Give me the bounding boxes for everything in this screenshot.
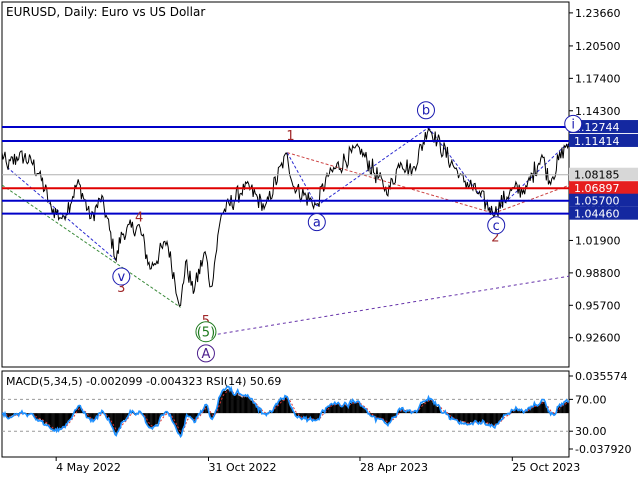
y-tick-label: 0.92600 xyxy=(575,332,621,345)
wave-label: i xyxy=(571,117,575,132)
y-tick-label: 0.98800 xyxy=(575,267,621,280)
y-tick-label: 1.20500 xyxy=(575,40,621,53)
x-tick-label: 25 Oct 2023 xyxy=(512,461,580,474)
indicator-tick-label: 30.00 xyxy=(575,425,607,438)
wave-label: c xyxy=(493,219,500,234)
y-tick-label: 1.14300 xyxy=(575,105,621,118)
wave-label: A xyxy=(201,347,210,362)
indicator-tick-label: 0.035574 xyxy=(575,370,628,383)
indicator-axis: 0.035574 70.00 30.00 -0.037920 xyxy=(569,370,631,456)
y-tick-label: 1.01900 xyxy=(575,234,621,247)
wave-label: (5) xyxy=(197,325,215,340)
eurusd-daily-chart[interactable]: 1.236601.205001.174001.143001.112001.081… xyxy=(0,0,640,480)
price-pane[interactable] xyxy=(1,1,570,368)
level-label: 1.06897 xyxy=(574,182,620,195)
level-label: 1.05700 xyxy=(574,195,620,208)
wave-label: 1 xyxy=(286,129,294,144)
y-tick-label: 1.17400 xyxy=(575,72,621,85)
indicator-header: MACD(5,34,5) -0.002099 -0.004323 RSI(14)… xyxy=(6,375,281,388)
wave-label: b xyxy=(422,104,430,119)
wave-label: 4 xyxy=(135,210,143,225)
time-axis: 4 May 2022 31 Oct 2022 28 Apr 2023 25 Oct 2… xyxy=(55,457,580,474)
x-tick-label: 4 May 2022 xyxy=(56,461,121,474)
y-tick-label: 1.23660 xyxy=(575,7,621,20)
y-tick-label: 0.95700 xyxy=(575,299,621,312)
level-label: 1.11414 xyxy=(574,135,620,148)
chart-header: EURUSD, Daily: Euro vs US Dollar xyxy=(6,5,205,19)
indicator-tick-label: -0.037920 xyxy=(575,443,631,456)
indicator-tick-label: 70.00 xyxy=(575,393,607,406)
level-label: 1.04460 xyxy=(574,208,620,221)
chart-container[interactable]: 1.236601.205001.174001.143001.112001.081… xyxy=(0,0,640,480)
x-tick-label: 31 Oct 2022 xyxy=(208,461,276,474)
wave-label: a xyxy=(313,216,321,231)
wave-label: v xyxy=(117,270,125,285)
level-label: 1.08185 xyxy=(574,169,620,182)
x-tick-label: 28 Apr 2023 xyxy=(360,461,428,474)
